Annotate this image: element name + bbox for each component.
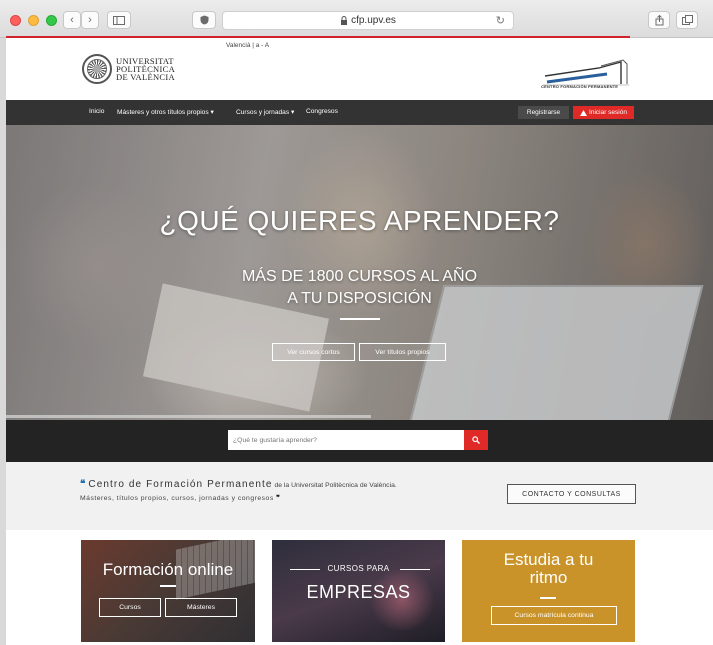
share-icon xyxy=(655,14,663,25)
continuous-enrollment-button[interactable]: Cursos matrícula continua xyxy=(491,606,617,625)
shield-icon xyxy=(200,15,208,25)
card-own-pace-title: Estudia a tu xyxy=(503,550,594,569)
online-courses-button[interactable]: Cursos xyxy=(99,598,161,617)
forward-button[interactable]: › xyxy=(81,11,99,29)
intro-text: ❝ Centro de Formación Permanente de la Un… xyxy=(80,479,397,490)
search-band xyxy=(6,420,713,462)
nav-item-cursos[interactable]: Cursos y jornadas ▾ xyxy=(236,108,294,116)
sidebar-icon xyxy=(113,15,125,25)
address-bar[interactable]: cfp.upv.es ↻ xyxy=(222,11,514,30)
hero-title: ¿QUÉ QUIERES APRENDER? xyxy=(159,205,560,236)
contact-button[interactable]: CONTACTO Y CONSULTAS xyxy=(507,484,636,504)
language-switch[interactable]: Valencià | a - A xyxy=(226,42,269,49)
card-business-title: EMPRESAS xyxy=(306,582,411,602)
card-own-pace-title-2: ritmo xyxy=(529,568,568,587)
upv-logo-text: UNIVERSITAT POLITÈCNICA DE VALÈNCIA xyxy=(116,56,176,82)
back-button[interactable]: ‹ xyxy=(63,11,81,29)
nav-item-congresos[interactable]: Congresos xyxy=(306,108,338,115)
tabs-icon xyxy=(681,15,693,25)
minimize-window-button[interactable] xyxy=(28,15,39,26)
lock-icon xyxy=(341,16,348,25)
search-icon xyxy=(472,436,480,444)
close-window-button[interactable] xyxy=(10,15,21,26)
hero-divider xyxy=(340,318,380,320)
intro-text-2: Másteres, títulos propios, cursos, jorna… xyxy=(80,494,281,502)
sidebar-toggle-button[interactable] xyxy=(107,11,131,29)
window-controls xyxy=(10,15,57,26)
open-quote-icon: ❝ xyxy=(80,479,86,490)
intro-section: ❝ Centro de Formación Permanente de la Un… xyxy=(6,462,713,530)
forward-icon: › xyxy=(88,14,92,26)
short-courses-button[interactable]: Ver cursos cortos xyxy=(272,343,355,361)
close-quote-icon: ❞ xyxy=(276,494,281,502)
login-button[interactable]: Iniciar sesión xyxy=(573,106,634,119)
card-online-title: Formación online xyxy=(102,560,234,579)
reload-icon[interactable]: ↻ xyxy=(496,14,505,27)
back-icon: ‹ xyxy=(70,14,74,26)
browser-toolbar: ‹ › cfp.upv.es ↻ xyxy=(0,0,713,39)
hero-subtitle: MÁS DE 1800 CURSOS AL AÑO xyxy=(241,268,478,285)
slider-progress xyxy=(6,415,371,418)
tabs-button[interactable] xyxy=(676,11,698,29)
search-input[interactable] xyxy=(228,430,464,450)
online-masters-button[interactable]: Másteres xyxy=(165,598,237,617)
card-online[interactable]: Formación online Cursos Másteres xyxy=(81,540,255,642)
register-button[interactable]: Registrarse xyxy=(518,106,569,119)
warning-icon xyxy=(580,109,588,116)
upv-logo[interactable]: UNIVERSITAT POLITÈCNICA DE VALÈNCIA xyxy=(82,54,175,84)
hero-subtitle-2: A TU DISPOSICIÓN xyxy=(287,290,432,307)
nav-item-inicio[interactable]: Inicio xyxy=(89,108,104,115)
cards-section: Formación online Cursos Másteres CURSOS … xyxy=(6,530,713,645)
url-text: cfp.upv.es xyxy=(351,15,396,26)
nav-item-masteres[interactable]: Másteres y otros títulos propios ▾ xyxy=(117,108,214,116)
cfp-logo-caption: CENTRO FORMACIÓN PERMANENTE xyxy=(541,84,619,89)
upv-seal-icon xyxy=(82,54,112,84)
own-titles-button[interactable]: Ver títulos propios xyxy=(359,343,446,361)
web-page: Valencià | a - A UNIVERSITAT POLITÈCNICA… xyxy=(6,38,713,645)
card-business[interactable]: CURSOS PARA EMPRESAS xyxy=(272,540,445,642)
privacy-shield-button[interactable] xyxy=(192,11,216,29)
main-navbar: Inicio Másteres y otros títulos propios … xyxy=(6,100,713,125)
card-own-pace[interactable]: Estudia a tu ritmo Cursos matrícula cont… xyxy=(462,540,635,642)
zoom-window-button[interactable] xyxy=(46,15,57,26)
share-button[interactable] xyxy=(648,11,670,29)
hero-banner: ¿QUÉ QUIERES APRENDER? MÁS DE 1800 CURSO… xyxy=(6,125,713,420)
search-button[interactable] xyxy=(464,430,488,450)
